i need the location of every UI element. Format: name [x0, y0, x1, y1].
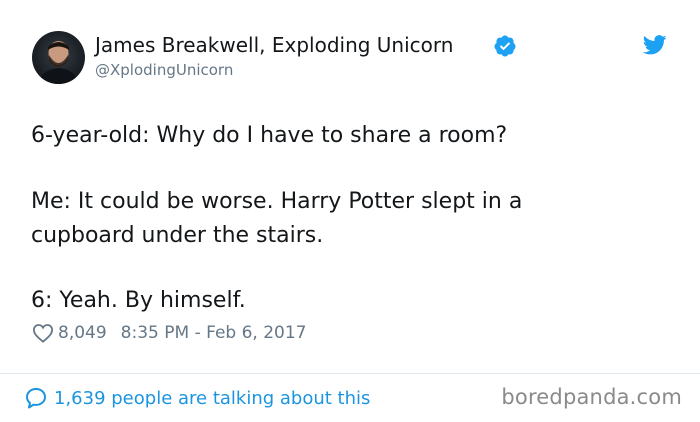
tweet-timestamp[interactable]: 8:35 PM - Feb 6, 2017 [121, 323, 307, 343]
tweet-text-line: cupboard under the stairs. [31, 223, 324, 248]
twitter-bird-icon[interactable] [643, 35, 667, 55]
tweet-meta: 8,049 8:35 PM - Feb 6, 2017 [32, 320, 307, 346]
heart-icon[interactable] [32, 323, 54, 343]
verified-badge-icon [494, 35, 516, 57]
talking-about-text[interactable]: 1,639 people are talking about this [54, 388, 370, 409]
tweet-text-line: 6-year-old: Why do I have to share a roo… [31, 123, 508, 148]
talking-about-link[interactable]: 1,639 people are talking about this [24, 384, 370, 412]
boredpanda-watermark: boredpanda.com [501, 385, 682, 409]
tweet-card: James Breakwell, Exploding Unicorn @Xplo… [0, 0, 700, 422]
author-handle[interactable]: @XplodingUnicorn [95, 60, 233, 80]
like-count: 8,049 [58, 323, 107, 343]
speech-bubble-icon [26, 388, 46, 409]
avatar[interactable] [32, 31, 85, 84]
tweet-text-line: Me: It could be worse. Harry Potter slep… [31, 189, 523, 214]
author-name[interactable]: James Breakwell, Exploding Unicorn [95, 32, 453, 58]
divider [0, 373, 700, 374]
tweet-text-line: 6: Yeah. By himself. [31, 288, 246, 313]
